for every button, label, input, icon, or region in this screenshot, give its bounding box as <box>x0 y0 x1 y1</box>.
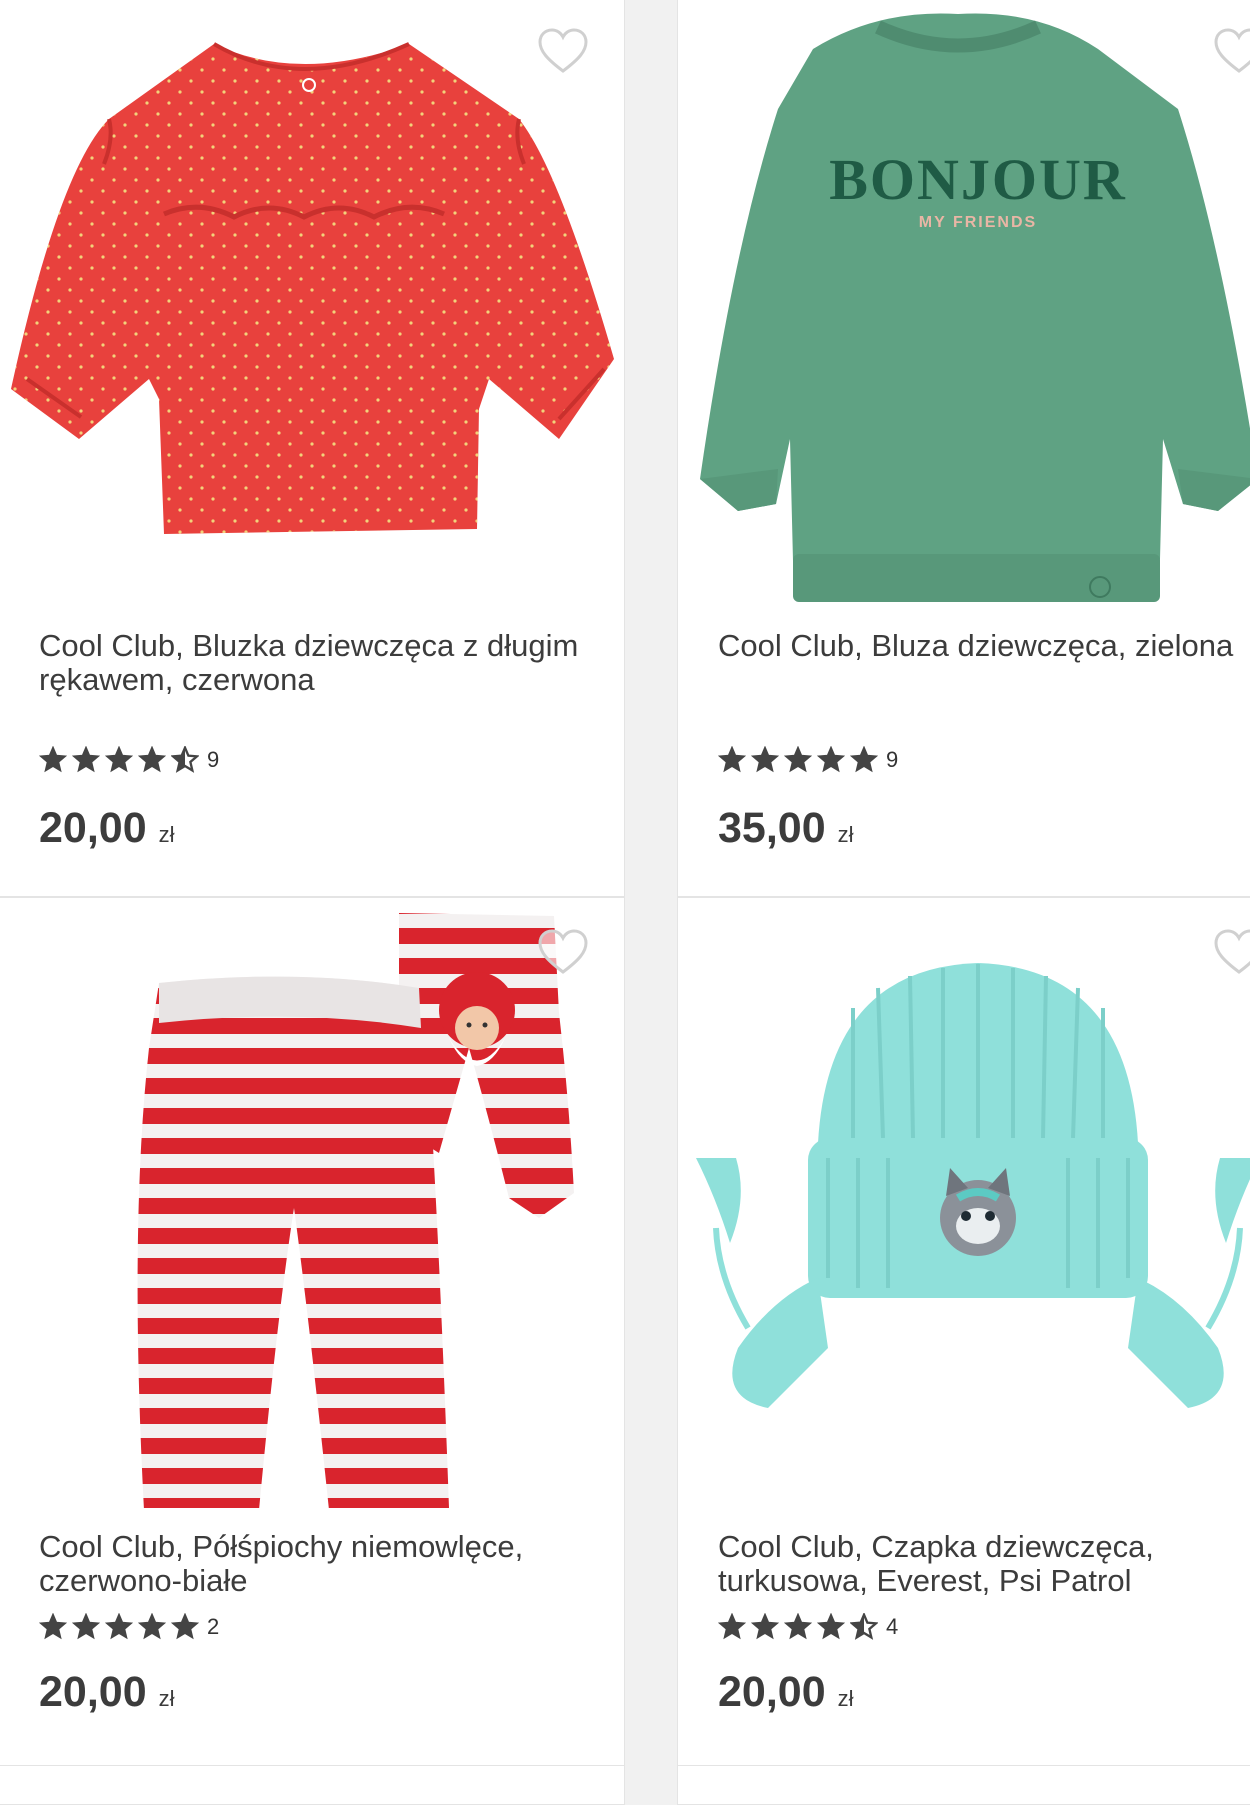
rating-stars <box>718 1613 878 1641</box>
product-card[interactable]: Cool Club, Bluzka dziewczęca z długim rę… <box>0 0 625 897</box>
star-icon <box>171 1613 199 1640</box>
star-icon <box>138 746 166 773</box>
star-icon <box>105 746 133 773</box>
price-value: 20,00 <box>718 1668 826 1716</box>
star-icon <box>39 1613 67 1640</box>
price-currency: zł <box>158 822 175 847</box>
star-half-icon <box>171 746 199 773</box>
price-currency: zł <box>837 1686 854 1711</box>
price-currency: zł <box>837 822 854 847</box>
product-image[interactable] <box>0 898 625 1508</box>
review-count: 4 <box>886 1614 899 1639</box>
product-rating: 4 <box>718 1613 898 1641</box>
star-icon <box>784 746 812 773</box>
print-text-main: BONJOUR <box>829 147 1127 212</box>
product-image[interactable] <box>678 898 1250 1508</box>
product-price: 20,00 zł <box>39 1668 175 1717</box>
star-icon <box>72 746 100 773</box>
product-price: 20,00 zł <box>718 1668 854 1717</box>
product-rating: 9 <box>39 746 219 774</box>
product-price: 35,00 zł <box>718 804 854 853</box>
star-icon <box>850 746 878 773</box>
star-icon <box>751 746 779 773</box>
product-rating: 9 <box>718 746 898 774</box>
product-card[interactable]: Cool Club, Czapka dziewczęca, turkusowa,… <box>677 897 1250 1767</box>
print-text-sub: MY FRIENDS <box>919 214 1037 231</box>
star-icon <box>784 1613 812 1640</box>
price-value: 20,00 <box>39 804 147 852</box>
product-rating: 2 <box>39 1613 219 1641</box>
rating-stars <box>718 746 878 774</box>
favorite-heart-icon[interactable] <box>1213 27 1250 75</box>
star-half-icon <box>850 1613 878 1640</box>
product-title[interactable]: Cool Club, Bluza dziewczęca, zielona <box>718 629 1246 663</box>
product-price: 20,00 zł <box>39 804 175 853</box>
product-title[interactable]: Cool Club, Bluzka dziewczęca z długim rę… <box>39 629 594 697</box>
product-image[interactable] <box>0 0 625 599</box>
product-title[interactable]: Cool Club, Półśpiochy niemowlęce, czerwo… <box>39 1530 594 1598</box>
review-count: 9 <box>207 747 220 772</box>
favorite-heart-icon[interactable] <box>537 928 589 976</box>
product-card[interactable]: Cool Club, Półśpiochy niemowlęce, czerwo… <box>0 897 625 1767</box>
product-card-next-row[interactable] <box>0 1765 625 1805</box>
rating-stars <box>39 1613 199 1641</box>
star-icon <box>39 746 67 773</box>
price-value: 20,00 <box>39 1668 147 1716</box>
product-title[interactable]: Cool Club, Czapka dziewczęca, turkusowa,… <box>718 1530 1246 1598</box>
product-image[interactable]: BONJOUR MY FRIENDS <box>678 0 1250 619</box>
star-icon <box>105 1613 133 1640</box>
star-icon <box>72 1613 100 1640</box>
star-icon <box>751 1613 779 1640</box>
price-value: 35,00 <box>718 804 826 852</box>
rating-stars <box>39 746 199 774</box>
star-icon <box>718 1613 746 1640</box>
star-icon <box>138 1613 166 1640</box>
favorite-heart-icon[interactable] <box>1213 928 1250 976</box>
star-icon <box>817 746 845 773</box>
review-count: 2 <box>207 1614 220 1639</box>
favorite-heart-icon[interactable] <box>537 27 589 75</box>
product-card-next-row[interactable] <box>677 1765 1250 1805</box>
star-icon <box>718 746 746 773</box>
price-currency: zł <box>158 1686 175 1711</box>
star-icon <box>817 1613 845 1640</box>
product-card[interactable]: BONJOUR MY FRIENDS Cool Club, Bluza dzie… <box>677 0 1250 897</box>
review-count: 9 <box>886 747 899 772</box>
